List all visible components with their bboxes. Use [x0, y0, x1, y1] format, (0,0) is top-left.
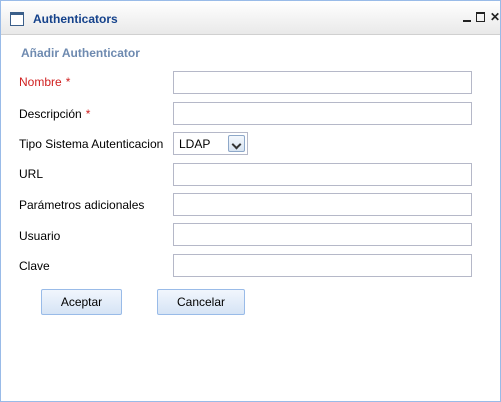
descripcion-field[interactable] — [173, 102, 472, 125]
descripcion-label: Descripción * — [19, 107, 90, 121]
nombre-label: Nombre * — [19, 75, 70, 89]
minimize-icon[interactable] — [461, 10, 473, 24]
maximize-icon[interactable] — [475, 10, 487, 24]
accept-button[interactable]: Aceptar — [41, 289, 122, 315]
required-marker: * — [85, 107, 91, 121]
tipo-label: Tipo Sistema Autenticacion — [19, 137, 164, 151]
form-panel: Añadir Authenticator Nombre * Descripción… — [1, 35, 500, 401]
authenticators-window: Authenticators ✕ Añadir Authenticator No… — [0, 0, 501, 402]
usuario-field[interactable] — [173, 223, 472, 246]
tipo-select-value: LDAP — [179, 137, 211, 151]
parametros-label: Parámetros adicionales — [19, 198, 145, 212]
nombre-field[interactable] — [173, 71, 472, 94]
window-icon — [10, 12, 24, 26]
url-field[interactable] — [173, 163, 472, 186]
chevron-down-icon[interactable] — [228, 135, 245, 152]
window-titlebar[interactable]: Authenticators ✕ — [1, 1, 500, 35]
window-title: Authenticators — [33, 12, 118, 26]
close-icon[interactable]: ✕ — [489, 10, 501, 24]
usuario-label: Usuario — [19, 229, 61, 243]
clave-field[interactable] — [173, 254, 472, 277]
parametros-field[interactable] — [173, 193, 472, 216]
url-label: URL — [19, 167, 44, 181]
required-marker: * — [65, 75, 71, 89]
descripcion-label-text: Descripción — [19, 107, 82, 121]
tipo-select[interactable]: LDAP — [173, 132, 248, 155]
form-section-title: Añadir Authenticator — [21, 46, 140, 60]
nombre-label-text: Nombre — [19, 75, 62, 89]
clave-label: Clave — [19, 259, 50, 273]
cancel-button[interactable]: Cancelar — [157, 289, 245, 315]
